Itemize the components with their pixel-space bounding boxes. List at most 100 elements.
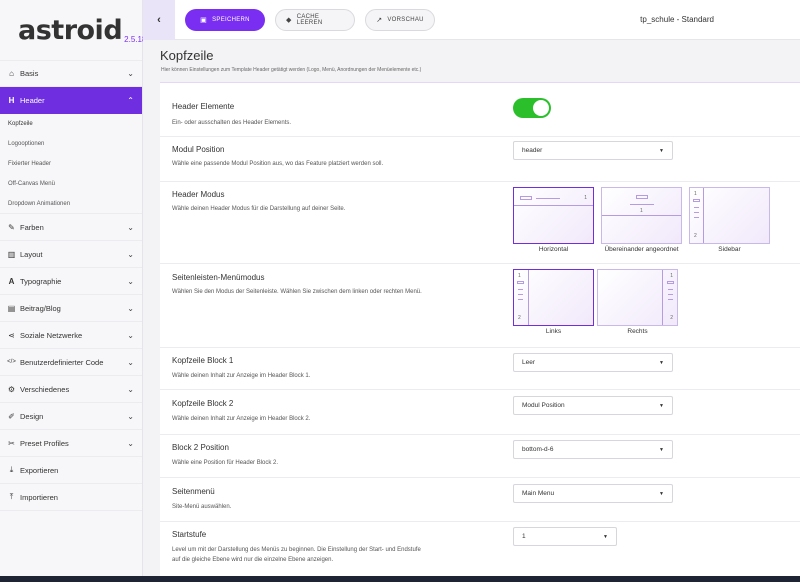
block1-select[interactable]: Leer ▼ (513, 353, 673, 372)
sidebar-mode-left-option[interactable]: 1 2 (513, 269, 594, 326)
mini-divider (662, 270, 663, 325)
row-header-elements: Header Elemente Ein- oder ausschalten de… (160, 83, 800, 137)
field-label: Block 2 Position (172, 443, 229, 452)
caret-down-icon: ▼ (603, 533, 608, 540)
save-button[interactable]: ▣ SPEICHERN (185, 8, 265, 31)
startstufe-select[interactable]: 1 ▼ (513, 527, 617, 546)
clear-cache-button[interactable]: ◆ CACHE LEEREN (275, 8, 355, 31)
mini-divider (602, 215, 681, 216)
chevron-down-icon: ⌄ (127, 357, 134, 367)
field-description: Ein- oder ausschalten des Header Element… (172, 120, 292, 126)
caret-down-icon: ▼ (659, 490, 664, 497)
brush-icon: ✎ (8, 222, 15, 232)
settings-card: Header Elemente Ein- oder ausschalten de… (160, 82, 800, 582)
header-elements-toggle[interactable] (513, 98, 551, 118)
external-link-icon: ↗ (376, 16, 383, 24)
header-mode-sidebar-option[interactable]: 1 2 (689, 187, 770, 244)
sidebar-item-label: Soziale Netzwerke (20, 330, 83, 340)
preview-button[interactable]: ↗ VORSCHAU (365, 8, 435, 31)
wrench-icon: ✂ (8, 438, 15, 448)
field-label: Startstufe (172, 530, 207, 539)
os-taskbar (0, 576, 800, 582)
sidebar-item-beitrag-blog[interactable]: ▤ Beitrag/Blog ⌄ (0, 295, 142, 322)
field-label: Seitenleisten-Menümodus (172, 273, 265, 282)
sidebar-subitem-fixierter-header[interactable]: Fixierter Header (0, 154, 142, 174)
field-description: Wähle eine Position für Header Block 2. (172, 460, 279, 466)
logo: astroid 2.5.18 (0, 0, 146, 60)
cogs-icon: ⚙ (7, 384, 16, 394)
sidebar-item-header[interactable]: H Header ⌃ (0, 87, 142, 114)
sidebar-item-label: Design (20, 411, 44, 421)
sidebar-item-code[interactable]: </> Benutzerdefinierter Code ⌄ (0, 349, 142, 376)
mini-menu-line (630, 204, 654, 205)
mini-marker-2: 2 (670, 315, 673, 321)
template-title: tp_schule - Standard (640, 15, 714, 24)
field-description: auf die gleiche Ebene wird nur die einze… (172, 557, 334, 563)
sidebar-subitem-kopfzeile[interactable]: Kopfzeile (0, 114, 142, 134)
row-block-2-position: Block 2 Position Wähle eine Position für… (160, 435, 800, 478)
select-value: 1 (522, 533, 526, 540)
mini-logo-shape (520, 196, 532, 200)
select-value: bottom-d-6 (522, 446, 554, 453)
mini-logo-shape (517, 281, 524, 284)
mini-marker-1: 1 (584, 195, 587, 201)
mini-menu-line (668, 289, 673, 290)
sidebar-item-label: Farben (20, 222, 44, 232)
font-icon: A (8, 276, 15, 286)
heading-icon: H (8, 96, 15, 105)
sidebar-item-typographie[interactable]: A Typographie ⌄ (0, 268, 142, 295)
sidebar-item-label: Layout (20, 249, 43, 259)
upload-icon: ⤒ (9, 492, 14, 501)
select-value: Leer (522, 359, 536, 366)
page-description: Hier können Einstellungen zum Template H… (161, 67, 422, 73)
mini-menu-line (518, 299, 523, 300)
sidebar-item-design[interactable]: ✐ Design ⌄ (0, 403, 142, 430)
sidebar-item-farben[interactable]: ✎ Farben ⌄ (0, 214, 142, 241)
header-mode-stacked-option[interactable]: 1 (601, 187, 682, 244)
main-content: Kopfzeile Hier können Einstellungen zum … (143, 40, 800, 582)
sidebar: astroid 2.5.18 ⌂ Basis ⌄ H Header ⌃ Kopf… (0, 0, 146, 582)
sidebar-item-soziale-netzwerke[interactable]: ⋖ Soziale Netzwerke ⌄ (0, 322, 142, 349)
field-label: Header Modus (172, 190, 225, 199)
caret-down-icon: ▼ (659, 402, 664, 409)
paint-icon: ✐ (8, 411, 15, 421)
option-caption: Übereinander angeordnet (604, 246, 679, 253)
sidebar-item-verschiedenes[interactable]: ⚙ Verschiedenes ⌄ (0, 376, 142, 403)
mini-menu-line (668, 299, 673, 300)
sidebar-item-layout[interactable]: ▥ Layout ⌄ (0, 241, 142, 268)
modul-position-select[interactable]: header ▼ (513, 141, 673, 160)
sidebar-item-basis[interactable]: ⌂ Basis ⌄ (0, 60, 142, 87)
mini-logo-shape (636, 195, 648, 199)
sidebar-subitem-logooptionen[interactable]: Logooptionen (0, 134, 142, 154)
sidebar-item-label: Benutzerdefinierter Code (20, 357, 104, 367)
mini-divider (514, 205, 593, 206)
option-caption: Rechts (627, 328, 648, 335)
sidebar-item-importieren[interactable]: ⤒ Importieren (0, 484, 142, 511)
select-value: Main Menu (522, 490, 555, 497)
chevron-down-icon: ⌄ (127, 330, 134, 340)
columns-icon: ▥ (7, 249, 16, 259)
block2-position-select[interactable]: bottom-d-6 ▼ (513, 440, 673, 459)
back-button[interactable]: ‹ (143, 0, 175, 40)
sidebar-item-label: Verschiedenes (20, 384, 70, 394)
chevron-down-icon: ⌄ (127, 222, 134, 232)
sidebar-item-preset-profiles[interactable]: ✂ Preset Profiles ⌄ (0, 430, 142, 457)
select-value: header (522, 147, 543, 154)
field-label: Seitenmenü (172, 487, 215, 496)
sidebar-item-exportieren[interactable]: ⤓ Exportieren (0, 457, 142, 484)
header-mode-horizontal-option[interactable]: 1 (513, 187, 594, 244)
mini-menu-line (694, 217, 699, 218)
mini-divider (528, 270, 529, 325)
block2-select[interactable]: Modul Position ▼ (513, 396, 673, 415)
sidebar-subitem-dropdown[interactable]: Dropdown Animationen (0, 194, 142, 214)
mini-marker-2: 2 (694, 233, 697, 239)
sidebar-subitem-off-canvas[interactable]: Off-Canvas Menü (0, 174, 142, 194)
row-header-modus: Header Modus Wähle deinen Header Modus f… (160, 182, 800, 264)
mini-menu-line (536, 198, 560, 199)
seitenmenu-select[interactable]: Main Menu ▼ (513, 484, 673, 503)
mini-menu-line (668, 294, 673, 295)
sidebar-mode-right-option[interactable]: 1 2 (597, 269, 678, 326)
mini-menu-line (518, 294, 523, 295)
chevron-down-icon: ⌄ (127, 249, 134, 259)
save-label: SPEICHERN (212, 16, 250, 23)
